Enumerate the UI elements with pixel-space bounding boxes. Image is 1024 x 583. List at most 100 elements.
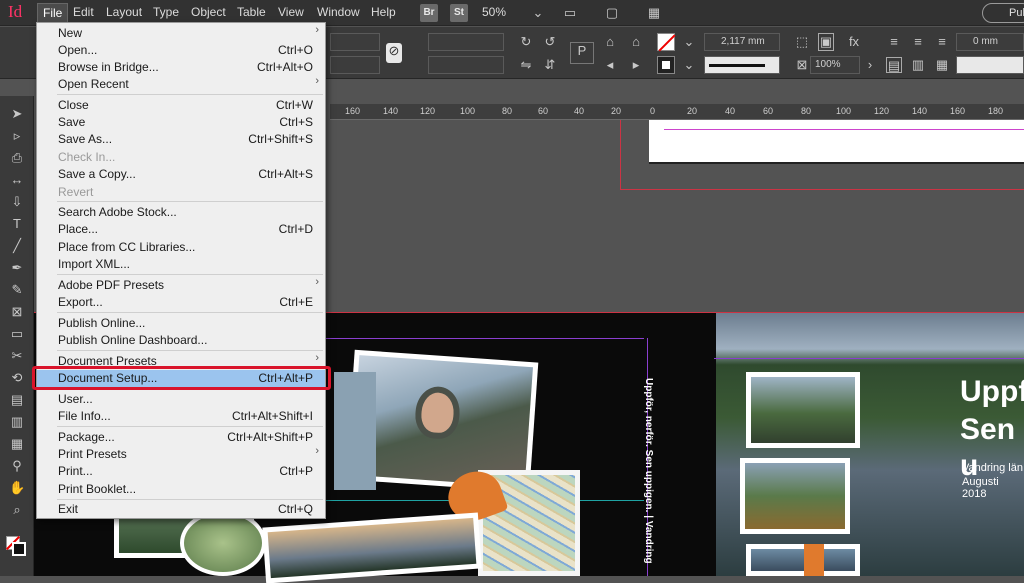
direct-selection-tool-icon[interactable]: ▹ [9,128,25,144]
pen-tool-icon[interactable]: ✒ [9,260,25,276]
boathouse-photo[interactable] [746,544,860,576]
zoom-level[interactable]: 50% [482,5,506,19]
note-tool-icon[interactable]: ▦ [9,436,25,452]
select-content-icon[interactable]: ⌂ [628,34,644,50]
align-center-icon[interactable]: ≡ [910,34,926,50]
menu-item-export[interactable]: Export... Ctrl+E [37,294,325,311]
selection-tool-icon[interactable]: ➤ [9,106,25,122]
publish-online-button[interactable]: Pub [982,3,1024,23]
wrap-jump-icon[interactable]: ▦ [934,57,950,73]
menu-item-print-presets[interactable]: Print Presets › [37,445,325,463]
lake-photo[interactable] [334,372,376,490]
menu-item-print[interactable]: Print... Ctrl+P [37,463,325,480]
gradient-feather-tool-icon[interactable]: ▥ [9,414,25,430]
menu-item-close[interactable]: Close Ctrl+W [37,97,325,114]
stroke-swatch-icon[interactable] [12,542,26,556]
flower-photo[interactable] [180,510,266,576]
menu-item-adobe-pdf-presets[interactable]: Adobe PDF Presets › [37,276,325,294]
rotation-field[interactable] [428,33,504,51]
rotate-cw-icon[interactable]: ↻ [518,34,534,50]
x-field[interactable] [330,33,380,51]
constrain-proportions-icon[interactable]: ⊘ [386,43,402,63]
eyedropper-tool-icon[interactable]: ⚲ [9,458,25,474]
menu-item-package[interactable]: Package... Ctrl+Alt+Shift+P [37,429,325,446]
menu-item-new[interactable]: New › [37,24,325,42]
menu-item-save[interactable]: Save Ctrl+S [37,114,325,131]
chevron-down-icon[interactable]: ⌄ [530,5,546,21]
menu-layout[interactable]: Layout [106,5,142,19]
pencil-tool-icon[interactable]: ✎ [9,282,25,298]
corner-shape-select[interactable] [956,56,1024,74]
screen-mode-icon[interactable]: ▢ [604,5,620,21]
select-next-icon[interactable]: ▸ [628,57,644,73]
menu-file[interactable]: File [37,3,69,23]
effects-icon[interactable]: fx [846,34,862,50]
scissors-tool-icon[interactable]: ✂ [9,348,25,364]
gap-tool-icon[interactable]: ↔ [9,172,25,188]
wrap-around-icon[interactable]: ▥ [910,57,926,73]
menu-window[interactable]: Window [317,5,360,19]
text-wrap-icon[interactable]: ▤ [886,57,902,73]
menu-help[interactable]: Help [371,5,396,19]
rectangle-frame-tool-icon[interactable]: ⊠ [9,304,25,320]
fill-none-swatch[interactable] [657,33,676,52]
menu-item-open[interactable]: Open... Ctrl+O [37,42,325,59]
bridge-icon[interactable]: Br [420,4,438,22]
stroke-swatch[interactable] [657,56,675,74]
zoom-tool-icon[interactable]: ⌕ [9,502,25,518]
flip-horizontal-icon[interactable]: ⇋ [518,57,534,73]
chevron-right-icon[interactable]: › [862,57,878,73]
menu-item-place[interactable]: Place... Ctrl+D [37,221,325,238]
stock-icon[interactable]: St [450,4,468,22]
fit-frame-icon[interactable]: ▣ [818,33,834,51]
chevron-down-icon[interactable]: ⌄ [681,34,697,50]
line-tool-icon[interactable]: ╱ [9,238,25,254]
hand-tool-icon[interactable]: ✋ [9,480,25,496]
rotate-ccw-icon[interactable]: ↺ [542,34,558,50]
menu-object[interactable]: Object [191,5,226,19]
flip-vertical-icon[interactable]: ⇵ [542,57,558,73]
stroke-type-select[interactable] [704,56,780,74]
menu-item-publish-online-dashboard[interactable]: Publish Online Dashboard... [37,332,325,349]
type-tool-icon[interactable]: T [9,216,25,232]
menu-item-exit[interactable]: Exit Ctrl+Q [37,501,325,518]
content-collector-icon[interactable]: ⇩ [9,194,25,210]
menu-item-user[interactable]: User... [37,391,325,408]
menu-type[interactable]: Type [153,5,179,19]
menu-table[interactable]: Table [237,5,266,19]
free-transform-tool-icon[interactable]: ⟲ [9,370,25,386]
view-options-icon[interactable]: ▭ [562,5,578,21]
page-tool-icon[interactable]: ⎙ [9,150,25,166]
arrange-documents-icon[interactable]: ▦ [646,5,662,21]
menu-item-file-info[interactable]: File Info... Ctrl+Alt+Shift+I [37,408,325,425]
select-previous-icon[interactable]: ◂ [602,57,618,73]
stroke-weight-field[interactable]: 2,117 mm [704,33,780,51]
frame-fitting-icon[interactable]: ⬚ [794,34,810,50]
shear-field[interactable] [428,56,504,74]
opacity-field[interactable]: 100% [810,56,860,74]
menu-item-print-booklet[interactable]: Print Booklet... [37,481,325,498]
menu-item-place-from-cc-libraries[interactable]: Place from CC Libraries... [37,239,325,256]
select-container-icon[interactable]: ⌂ [602,34,618,50]
menu-view[interactable]: View [278,5,304,19]
align-left-icon[interactable]: ≡ [886,34,902,50]
menu-item-save-a-copy[interactable]: Save a Copy... Ctrl+Alt+S [37,166,325,183]
menu-item-import-xml[interactable]: Import XML... [37,256,325,273]
rectangle-tool-icon[interactable]: ▭ [9,326,25,342]
y-field[interactable] [330,56,380,74]
sunset-photo[interactable] [262,512,482,583]
gradient-tool-icon[interactable]: ▤ [9,392,25,408]
menu-shortcut: Ctrl+Q [277,502,313,516]
menu-item-open-recent[interactable]: Open Recent › [37,75,325,93]
menu-item-search-adobe-stock[interactable]: Search Adobe Stock... [37,204,325,221]
align-right-icon[interactable]: ≡ [934,34,950,50]
chevron-down-icon[interactable]: ⌄ [681,57,697,73]
autumn-photo[interactable] [740,458,850,534]
menu-edit[interactable]: Edit [73,5,94,19]
menu-item-publish-online[interactable]: Publish Online... [37,315,325,332]
offset-field[interactable]: 0 mm [956,33,1024,51]
cabin-photo[interactable] [746,372,860,448]
reference-point-icon[interactable]: P [570,42,594,64]
menu-item-save-as[interactable]: Save As... Ctrl+Shift+S [37,131,325,148]
menu-item-browse-in-bridge[interactable]: Browse in Bridge... Ctrl+Alt+O [37,59,325,76]
